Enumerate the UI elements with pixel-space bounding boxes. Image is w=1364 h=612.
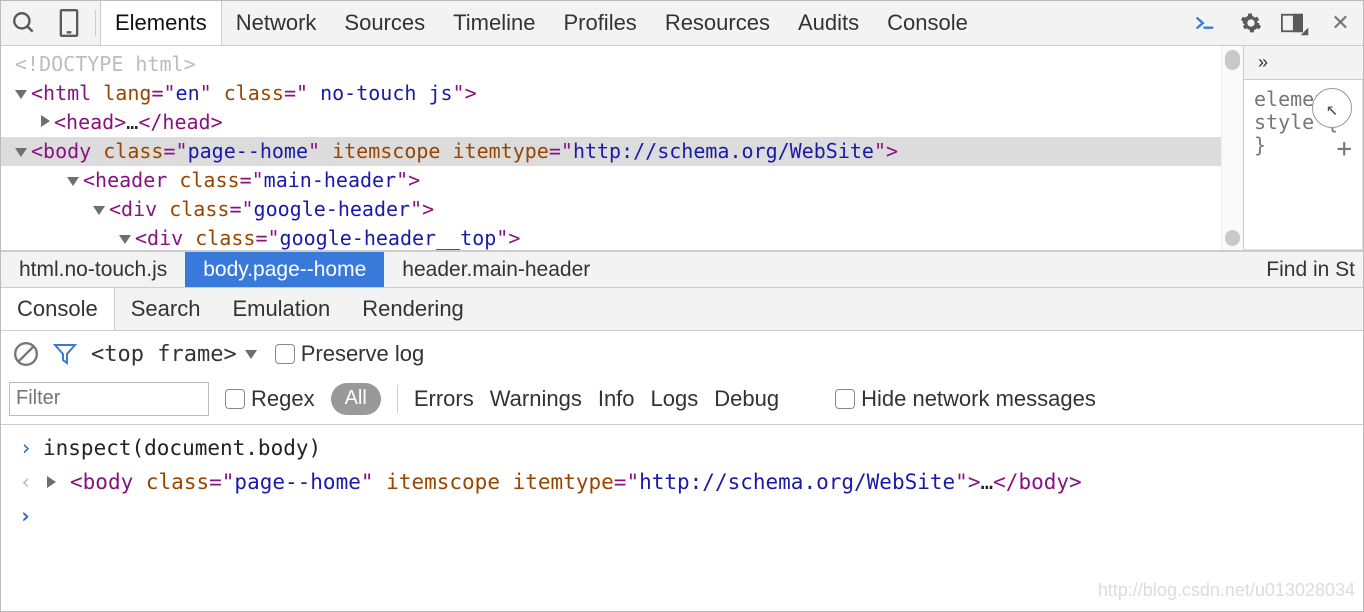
breadcrumb-item-1[interactable]: body.page--home <box>185 252 384 287</box>
drawer-tab-emulation[interactable]: Emulation <box>216 288 346 330</box>
show-console-icon[interactable] <box>1183 1 1228 46</box>
tree-scrollbar[interactable] <box>1221 46 1243 250</box>
level-info[interactable]: Info <box>598 386 635 412</box>
filter-input[interactable] <box>9 382 209 416</box>
breadcrumb: html.no-touch.js body.page--home header.… <box>1 251 1363 287</box>
node-head[interactable]: <head>…</head> <box>41 108 1215 137</box>
sidebar-more-button[interactable]: » <box>1244 46 1363 80</box>
settings-gear-icon[interactable] <box>1228 1 1273 46</box>
close-icon[interactable]: ✕ <box>1318 1 1363 46</box>
watermark: http://blog.csdn.net/u013028034 <box>1098 573 1355 607</box>
node-div2[interactable]: <div class="google-header__top"> <box>119 224 1215 250</box>
level-all[interactable]: All <box>331 383 381 415</box>
node-header[interactable]: <header class="main-header"> <box>67 166 1215 195</box>
preserve-log-checkbox[interactable]: Preserve log <box>275 341 425 367</box>
tab-audits[interactable]: Audits <box>784 1 873 45</box>
hide-network-checkbox[interactable]: Hide network messages <box>835 386 1096 412</box>
console-filter-row: Regex All Errors Warnings Info Logs Debu… <box>1 377 1363 425</box>
drawer-tab-search[interactable]: Search <box>115 288 217 330</box>
tab-network[interactable]: Network <box>222 1 331 45</box>
find-in-styles[interactable]: Find in St <box>1258 258 1363 282</box>
breadcrumb-item-0[interactable]: html.no-touch.js <box>1 252 185 287</box>
node-html[interactable]: <html lang="en" class=" no-touch js"> <box>15 79 1215 108</box>
drawer-tabs: Console Search Emulation Rendering <box>1 287 1363 331</box>
breadcrumb-item-2[interactable]: header.main-header <box>384 252 608 287</box>
devtools-toolbar: Elements Network Sources Timeline Profil… <box>1 1 1363 46</box>
main-tabs: Elements Network Sources Timeline Profil… <box>100 1 982 45</box>
level-logs[interactable]: Logs <box>651 386 699 412</box>
tab-sources[interactable]: Sources <box>330 1 439 45</box>
console-prompt[interactable]: › <box>19 499 1353 533</box>
styles-sidebar: » ↖ + element.style { } <box>1243 46 1363 250</box>
regex-checkbox[interactable]: Regex <box>225 386 315 412</box>
tab-timeline[interactable]: Timeline <box>439 1 549 45</box>
level-warnings[interactable]: Warnings <box>490 386 582 412</box>
dock-icon[interactable]: ◢ <box>1273 1 1318 46</box>
toggle-state-icon[interactable]: ↖ <box>1312 88 1352 128</box>
console-output[interactable]: › inspect(document.body) ‹ <body class="… <box>1 425 1363 611</box>
node-body[interactable]: <body class="page--home" itemscope itemt… <box>1 137 1221 166</box>
dom-tree[interactable]: <!DOCTYPE html> <html lang="en" class=" … <box>1 46 1221 250</box>
level-debug[interactable]: Debug <box>714 386 779 412</box>
clear-console-icon[interactable] <box>13 341 39 367</box>
tab-resources[interactable]: Resources <box>651 1 784 45</box>
node-div1[interactable]: <div class="google-header"> <box>93 195 1215 224</box>
toolbar-divider <box>95 10 96 36</box>
frame-selector[interactable]: <top frame> <box>91 342 261 367</box>
drawer-tab-rendering[interactable]: Rendering <box>346 288 480 330</box>
node-doctype[interactable]: <!DOCTYPE html> <box>15 50 1215 79</box>
tab-elements[interactable]: Elements <box>100 1 222 45</box>
tab-profiles[interactable]: Profiles <box>549 1 650 45</box>
elements-panel: <!DOCTYPE html> <html lang="en" class=" … <box>1 46 1363 251</box>
console-input-line: › inspect(document.body) <box>19 431 1353 465</box>
console-controls: <top frame> Preserve log <box>1 331 1363 377</box>
level-errors[interactable]: Errors <box>414 386 474 412</box>
drawer-tab-console[interactable]: Console <box>1 288 115 330</box>
add-rule-icon[interactable]: + <box>1336 138 1352 161</box>
device-icon[interactable] <box>46 1 91 46</box>
tab-console[interactable]: Console <box>873 1 982 45</box>
search-icon[interactable] <box>1 1 46 46</box>
console-result-line[interactable]: ‹ <body class="page--home" itemscope ite… <box>19 465 1353 499</box>
filter-funnel-icon[interactable] <box>53 342 77 366</box>
